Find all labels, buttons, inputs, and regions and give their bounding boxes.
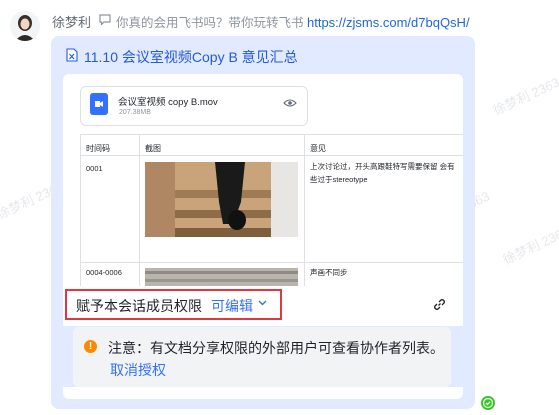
table-cell-timecode: 0001 — [86, 164, 103, 173]
watermark: 徐梦利 2363 — [490, 74, 559, 119]
eye-icon[interactable] — [283, 98, 297, 108]
reply-link[interactable]: https://zjsms.com/d7bqQsH/ — [307, 15, 470, 30]
permission-label: 赋予本会话成员权限 — [76, 298, 202, 314]
watermark: 徐梦利 2363 — [500, 223, 559, 268]
table-cell-comment: 上次讨论过，开头高跟鞋特写需要保留 会有些过于stereotype — [310, 162, 455, 184]
permission-dropdown[interactable]: 可编辑 — [211, 296, 253, 316]
table-cell-timecode: 0004-0006 — [86, 268, 122, 277]
video-file-icon — [90, 93, 108, 115]
table-border — [139, 134, 140, 286]
table-cell-comment: 声画不同步 — [310, 268, 348, 277]
sheet-doc-icon — [66, 48, 78, 62]
sender-name[interactable]: 徐梦利 — [52, 12, 91, 31]
avatar[interactable] — [10, 11, 40, 41]
screenshot-thumbnail — [145, 162, 298, 237]
table-border — [80, 155, 463, 156]
table-border — [304, 134, 305, 286]
file-name: 会议室视频 copy B.mov — [118, 97, 218, 108]
table-header: 截图 — [145, 144, 161, 153]
table-border — [80, 134, 463, 135]
file-size: 207.38MB — [119, 109, 151, 116]
notice-text: 注意：有文档分享权限的外部用户可查看协作者列表。 — [108, 340, 444, 356]
read-status-icon — [481, 396, 495, 410]
reply-icon — [99, 14, 111, 25]
table-border — [80, 262, 463, 263]
table-header: 时间码 — [86, 144, 110, 153]
card-title[interactable]: 11.10 会议室视频Copy B 意见汇总 — [84, 47, 298, 67]
link-icon[interactable] — [432, 297, 447, 312]
revoke-permission-link[interactable]: 取消授权 — [110, 360, 166, 380]
table-border — [80, 134, 81, 286]
chevron-down-icon[interactable] — [258, 300, 267, 306]
reply-quote[interactable]: 你真的会用飞书吗？带你玩转飞书 https://zjsms.com/d7bqQs… — [116, 12, 470, 31]
screenshot-thumbnail — [145, 268, 298, 288]
warning-icon: ! — [84, 340, 97, 353]
table-header: 意见 — [310, 144, 326, 153]
card-footer — [63, 387, 463, 399]
